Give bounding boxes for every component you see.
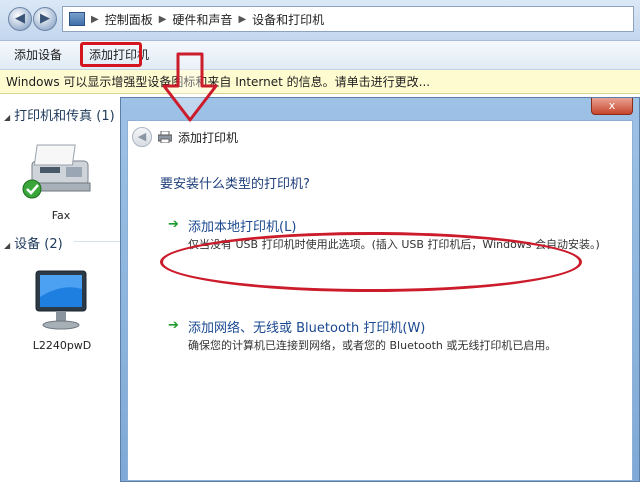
- dialog-nav: ◀ 添加打印机: [132, 127, 238, 147]
- breadcrumb-hardware-sound[interactable]: 硬件和声音: [172, 11, 232, 28]
- forward-button[interactable]: ▶: [33, 7, 57, 31]
- dialog-body: ◀ 添加打印机 要安装什么类型的打印机? ➔ 添加本地打印机(L) 仅当没有 U…: [127, 120, 633, 481]
- printers-group-header[interactable]: ◢ 打印机和传真 (1): [4, 105, 115, 124]
- devices-pane: ◢ 打印机和传真 (1) Fax ◢ 设备 (2) L2240pwD: [0, 95, 124, 482]
- option-network-title[interactable]: 添加网络、无线或 Bluetooth 打印机(W): [188, 317, 425, 336]
- option-network-desc: 确保您的计算机已连接到网络，或者您的 Bluetooth 或无线打印机已启用。: [188, 339, 557, 352]
- monitor-label: L2240pwD: [32, 339, 92, 352]
- breadcrumb-separator-icon: ▶: [238, 13, 247, 25]
- add-device-button[interactable]: 添加设备: [8, 45, 68, 65]
- breadcrumb-separator-icon: ▶: [158, 13, 167, 25]
- install-question: 要安装什么类型的打印机?: [160, 177, 310, 192]
- close-button[interactable]: x: [591, 98, 633, 115]
- collapse-triangle-icon: ◢: [4, 113, 11, 122]
- group-divider: [74, 241, 120, 242]
- fax-label: Fax: [51, 209, 71, 222]
- fax-printer-icon[interactable]: [18, 139, 98, 207]
- option-local-title[interactable]: 添加本地打印机(L): [188, 216, 296, 235]
- annotation-down-arrow-icon: [162, 52, 218, 122]
- breadcrumb-separator-icon: ▶: [91, 13, 99, 25]
- explorer-titlebar: ◀ ▶ ▶ 控制面板 ▶ 硬件和声音 ▶ 设备和打印机: [0, 0, 640, 41]
- annotation-highlight-box: [80, 42, 142, 67]
- breadcrumb-devices-printers[interactable]: 设备和打印机: [252, 11, 324, 28]
- green-arrow-icon: ➔: [168, 318, 179, 333]
- address-bar[interactable]: ▶ 控制面板 ▶ 硬件和声音 ▶ 设备和打印机: [62, 6, 634, 32]
- devices-group-header[interactable]: ◢ 设备 (2): [4, 233, 63, 252]
- dialog-back-button[interactable]: ◀: [132, 127, 152, 147]
- collapse-triangle-icon: ◢: [4, 241, 11, 250]
- green-arrow-icon: ➔: [168, 217, 179, 232]
- breadcrumb-control-panel[interactable]: 控制面板: [105, 11, 153, 28]
- dialog-title: 添加打印机: [178, 130, 239, 145]
- info-bar[interactable]: Windows 可以显示增强型设备图标和来自 Internet 的信息。请单击进…: [0, 70, 640, 94]
- printer-icon: [158, 131, 172, 143]
- control-panel-icon: [69, 12, 85, 26]
- annotation-ellipse: [160, 232, 582, 292]
- monitor-icon[interactable]: [32, 269, 92, 335]
- back-button[interactable]: ◀: [8, 7, 32, 31]
- add-printer-dialog: x ◀ 添加打印机 要安装什么类型的打印机? ➔ 添加本地打印机(L) 仅当没有…: [120, 97, 640, 482]
- command-toolbar: 添加设备 添加打印机: [0, 41, 640, 70]
